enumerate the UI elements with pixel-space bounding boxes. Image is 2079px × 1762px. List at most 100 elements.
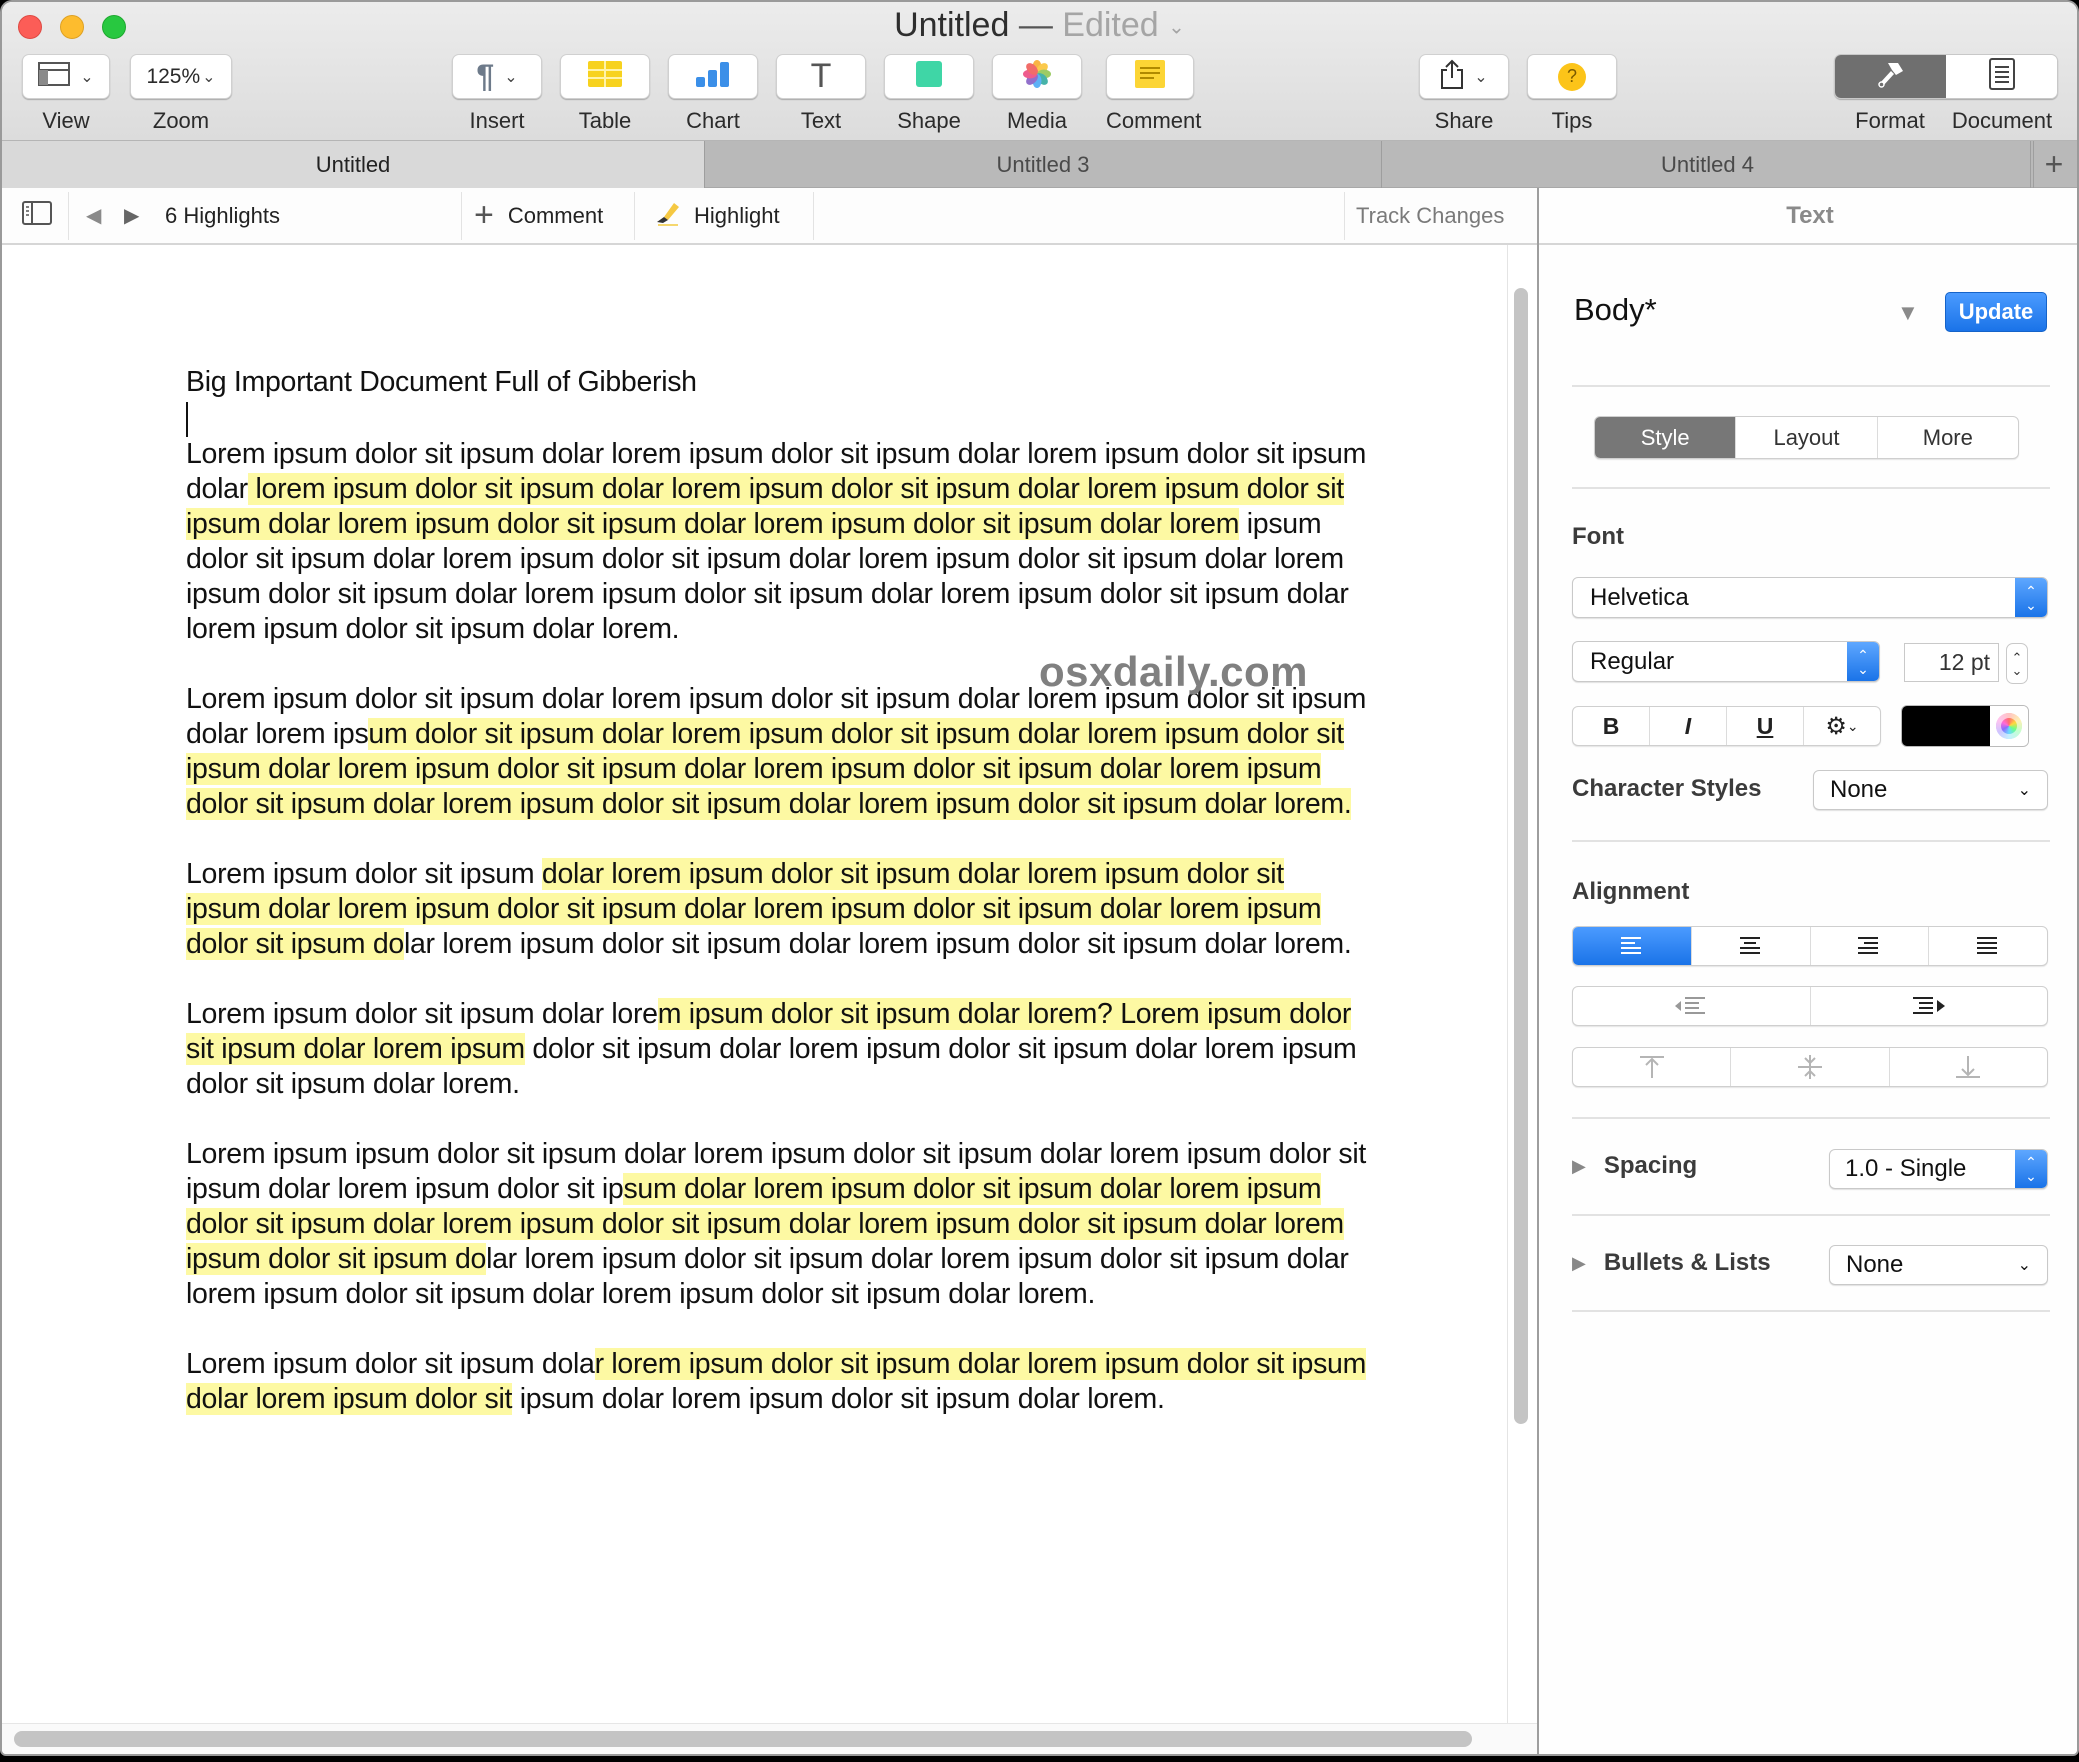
insert-toolbar-item[interactable]: ¶ ⌄ Insert [452,54,542,134]
update-style-button[interactable]: Update [1945,292,2047,332]
italic-button[interactable]: I [1650,707,1727,745]
share-toolbar-item[interactable]: ⌄ Share [1419,54,1509,134]
bold-button[interactable]: B [1573,707,1650,745]
table-toolbar-item[interactable]: Table [560,54,650,134]
chevron-down-icon: ⌄ [1474,68,1488,86]
bullets-disclosure[interactable]: ▶ Bullets & Lists [1572,1249,1771,1277]
media-toolbar-item[interactable]: Media [992,54,1082,134]
paragraph[interactable]: Lorem ipsum dolor sit ipsum dolar lorem … [186,682,1366,822]
advanced-options-button[interactable]: ⚙ ⌄ [1804,707,1880,745]
increase-indent-button[interactable] [1811,987,2048,1025]
share-button[interactable]: ⌄ [1419,54,1509,99]
tab-untitled-3[interactable]: Untitled 3 [705,141,1382,188]
text-run[interactable]: ipsum dolar lorem ipsum dolor sit ipsum … [512,1383,1165,1415]
spacing-select[interactable]: 1.0 - Single ⌃ ⌄ [1829,1149,2048,1189]
text-toolbar-item[interactable]: T Text [776,54,866,134]
paintbrush-icon [1876,59,1906,94]
tips-button[interactable]: ? [1527,54,1617,99]
paragraph[interactable]: Lorem ipsum dolor sit ipsum dolar lorem … [186,437,1366,647]
paragraph[interactable]: Lorem ipsum dolor sit ipsum dolar lorem … [186,997,1366,1102]
font-size-field[interactable]: 12 pt [1904,643,1999,682]
bullets-select[interactable]: None ⌄ [1829,1245,2048,1285]
align-bottom-button[interactable] [1890,1048,2047,1086]
align-center-button[interactable] [1692,927,1811,965]
character-styles-value: None [1830,776,1888,803]
paragraph-style-name[interactable]: Body* [1574,292,1657,328]
add-comment-label: Comment [507,202,604,228]
paragraph[interactable]: Lorem ipsum dolor sit ipsum dolar lorem … [186,857,1366,962]
paragraph[interactable]: Lorem ipsum ipsum dolor sit ipsum dolar … [186,1137,1366,1312]
comment-button[interactable] [1106,54,1194,99]
comment-toolbar-item[interactable]: Comment [1106,54,1201,134]
shape-toolbar-item[interactable]: Shape [884,54,974,134]
view-button[interactable]: ⌄ [22,54,110,99]
document-heading[interactable]: Big Important Document Full of Gibberish [186,365,1366,400]
tab-untitled-4[interactable]: Untitled 4 [1382,141,2034,188]
decrease-indent-button[interactable] [1573,987,1811,1025]
new-tab-button[interactable]: + [2030,141,2077,188]
updown-chevron-icon: ⌃ ⌄ [2015,578,2047,617]
color-wheel-button[interactable] [1990,706,2028,746]
vertical-scrollbar[interactable] [1514,288,1528,1424]
track-changes-label: Track Changes [1356,202,1505,228]
text-run[interactable]: Lorem ipsum dolor sit ipsum dolar lore [186,998,658,1030]
track-changes-button[interactable]: Track Changes [1356,188,1504,243]
character-styles-select[interactable]: None ⌄ [1813,770,2048,810]
previous-highlight-button[interactable]: ◀ [86,188,101,243]
align-left-button[interactable] [1573,927,1692,965]
align-middle-button[interactable] [1731,1048,1890,1086]
paragraph-style-dropdown-icon[interactable]: ▼ [1897,300,1919,326]
typeface-select[interactable]: Regular ⌃ ⌄ [1572,641,1880,682]
next-highlight-button[interactable]: ▶ [124,188,139,243]
underline-button[interactable]: U [1727,707,1804,745]
paragraph[interactable]: Lorem ipsum dolor sit ipsum dolar lorem … [186,1347,1366,1417]
table-label: Table [578,108,632,133]
spacing-disclosure[interactable]: ▶ Spacing [1572,1152,1697,1180]
plus-icon: + [474,196,494,234]
document-label: Document [1951,108,2053,133]
font-size-stepper[interactable]: ⌃ ⌄ [2006,643,2028,684]
document-body[interactable]: Big Important Document Full of Gibberish… [186,365,1366,1452]
document-button[interactable] [1946,55,2057,98]
tab-layout[interactable]: Layout [1736,417,1878,458]
format-button[interactable] [1835,55,1946,98]
align-right-button[interactable] [1811,927,1930,965]
view-toolbar-item[interactable]: ⌄ View [22,54,110,134]
zoom-label: Zoom [152,108,210,133]
color-wheel-icon [1996,713,2022,739]
text-run[interactable]: lar lorem ipsum dolor sit ipsum dolar lo… [404,928,1352,960]
horizontal-scrollbar[interactable] [14,1731,1472,1747]
window-title[interactable]: Untitled — Edited ⌄ [2,6,2077,45]
shape-button[interactable] [884,54,974,99]
highlighter-icon [654,200,680,232]
text-button[interactable]: T [776,54,866,99]
text-run[interactable]: Lorem ipsum dolor sit ipsum [186,858,542,890]
justify-button[interactable] [1929,927,2047,965]
text-run[interactable]: Lorem ipsum dolor sit ipsum dola [186,1348,595,1380]
chart-button[interactable] [668,54,758,99]
insert-button[interactable]: ¶ ⌄ [452,54,542,99]
text-color-well[interactable] [1901,705,2029,747]
indent-buttons [1572,986,2048,1026]
document-canvas[interactable]: Big Important Document Full of Gibberish… [2,245,1508,1723]
media-button[interactable] [992,54,1082,99]
tab-style[interactable]: Style [1595,417,1737,458]
highlight-button[interactable]: Highlight [654,188,780,243]
add-comment-button[interactable]: + Comment [474,188,603,243]
highlighted-text[interactable]: lorem ipsum dolor sit ipsum dolar lorem … [186,473,1344,540]
alignment-buttons [1572,926,2048,966]
chart-toolbar-item[interactable]: Chart [668,54,758,134]
disclosure-triangle-icon: ▶ [1572,1252,1586,1273]
tips-toolbar-item[interactable]: ? Tips [1527,54,1617,134]
tab-more[interactable]: More [1878,417,2018,458]
comments-sidebar-toggle[interactable] [22,188,52,243]
font-family-select[interactable]: Helvetica ⌃ ⌄ [1572,577,2048,618]
highlights-count-label: 6 Highlights [165,202,280,228]
text-color-swatch[interactable] [1902,706,1990,746]
align-top-button[interactable] [1573,1048,1732,1086]
zoom-select[interactable]: 125% ⌄ [130,54,232,99]
tab-untitled[interactable]: Untitled [2,141,705,188]
zoom-toolbar-item[interactable]: 125% ⌄ Zoom [130,54,232,134]
table-button[interactable] [560,54,650,99]
spacing-label: Spacing [1603,1152,1698,1179]
